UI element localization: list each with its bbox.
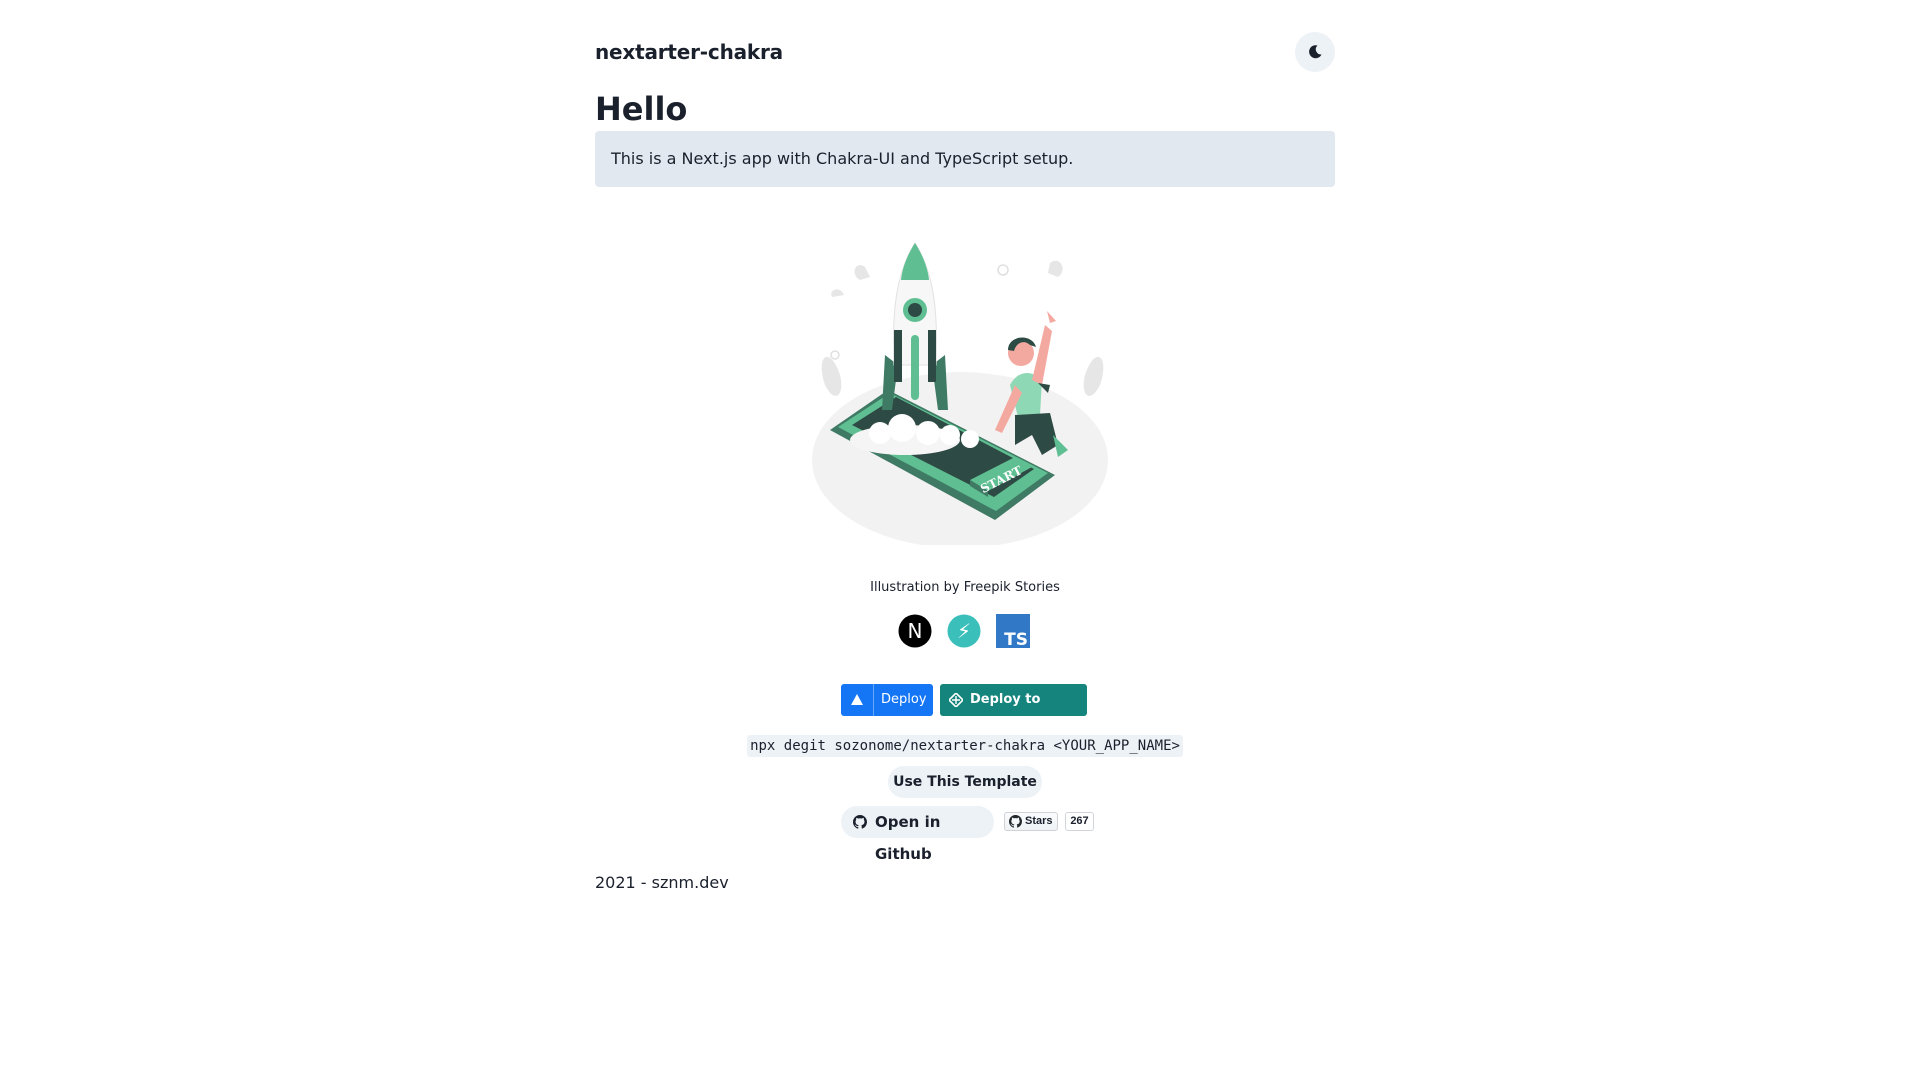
footer-text[interactable]: 2021 - sznm.dev xyxy=(595,873,729,892)
typescript-glyph: TS xyxy=(1004,630,1028,648)
github-stars-count[interactable]: 267 xyxy=(1065,812,1094,831)
vercel-icon xyxy=(851,694,863,705)
rocket-launch-illustration: START xyxy=(812,242,1108,545)
degit-command[interactable]: npx degit sozonome/nextarter-chakra <YOU… xyxy=(747,735,1183,757)
site-title[interactable]: nextarter-chakra xyxy=(595,40,783,64)
open-github-button[interactable]: Open in Github xyxy=(841,806,994,863)
github-stars-label: Stars xyxy=(1025,815,1053,827)
moon-icon xyxy=(1309,45,1322,59)
nextjs-icon[interactable]: N xyxy=(898,614,932,648)
github-icon xyxy=(853,815,867,829)
github-stars-button[interactable]: Stars xyxy=(1004,812,1058,831)
typescript-icon[interactable]: TS xyxy=(996,614,1030,648)
chakra-glyph: ⚡ xyxy=(957,619,971,643)
deploy-buttons: Deploy Deploy to Netlify xyxy=(841,684,1141,739)
intro-banner: This is a Next.js app with Chakra-UI and… xyxy=(595,131,1335,187)
deploy-vercel-label: Deploy xyxy=(881,692,927,707)
tech-stack-icons: N ⚡ TS xyxy=(898,614,1038,648)
github-row: Open in Github Stars 267 xyxy=(841,806,1101,863)
deploy-vercel-button[interactable]: Deploy xyxy=(841,684,933,716)
theme-toggle-button[interactable] xyxy=(1295,32,1335,72)
nextjs-glyph: N xyxy=(908,619,923,643)
open-github-label: Open in Github xyxy=(875,813,941,863)
site-header: nextarter-chakra xyxy=(595,30,1335,74)
netlify-icon xyxy=(949,693,963,707)
github-icon xyxy=(1009,815,1022,828)
chakra-icon[interactable]: ⚡ xyxy=(947,614,981,648)
use-template-button[interactable]: Use This Template xyxy=(888,766,1042,798)
deploy-netlify-button[interactable]: Deploy to Netlify xyxy=(940,684,1087,739)
illustration-credit[interactable]: Illustration by Freepik Stories xyxy=(595,580,1335,595)
page-heading: Hello xyxy=(595,90,688,128)
vercel-icon-box xyxy=(841,684,874,716)
